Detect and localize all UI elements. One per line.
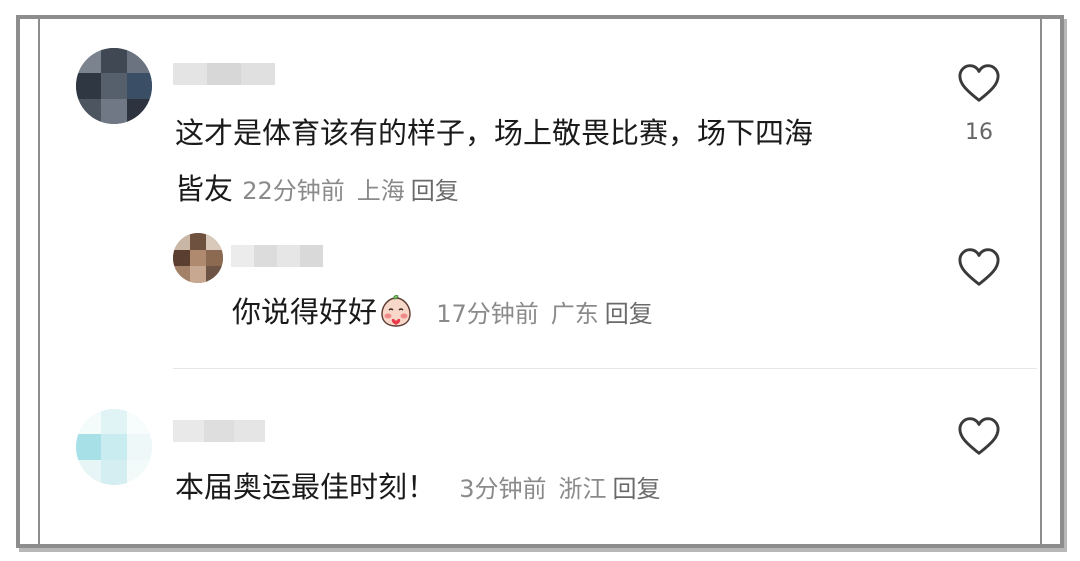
- username-blurred[interactable]: [231, 245, 323, 267]
- avatar[interactable]: [76, 409, 152, 485]
- comment-panel: 这才是体育该有的样子，场上敬畏比赛，场下四海 皆友 22分钟前 上海 回复 16 你…: [16, 15, 1064, 548]
- like-count: 16: [965, 120, 993, 145]
- username-blurred[interactable]: [173, 63, 275, 85]
- heart-outline-icon[interactable]: [957, 63, 1001, 103]
- divider: [173, 368, 1037, 369]
- comment-text-line-2: 皆友 22分钟前 上海 回复: [175, 161, 935, 219]
- frame-inner-border-right: [1040, 19, 1042, 544]
- username-blurred[interactable]: [173, 420, 265, 442]
- heart-outline-icon[interactable]: [957, 416, 1001, 456]
- comment-meta: 22分钟前 上海 回复: [242, 177, 459, 205]
- avatar[interactable]: [76, 48, 152, 124]
- blushing-peach-emoji: [381, 295, 411, 327]
- location: 广东: [550, 300, 599, 328]
- comment-text: 这才是体育该有的样子，场上敬畏比赛，场下四海 皆友 22分钟前 上海 回复: [175, 105, 935, 219]
- reply-button[interactable]: 回复: [605, 300, 653, 328]
- comment-text-line-2-content: 皆友: [175, 172, 234, 206]
- comment-text-row: 本届奥运最佳时刻！ 3分钟前 浙江 回复: [175, 459, 875, 517]
- heart-outline-icon[interactable]: [957, 247, 1001, 287]
- comment-meta: 17分钟前 广东 回复: [436, 300, 653, 328]
- location: 浙江: [558, 475, 607, 503]
- comment-meta: 3分钟前 浙江 回复: [459, 475, 660, 503]
- comment-text: 你说得好好: [232, 295, 378, 329]
- location: 上海: [356, 177, 405, 205]
- comment-text-line-1: 这才是体育该有的样子，场上敬畏比赛，场下四海: [175, 116, 814, 150]
- reply-comment: 你说得好好 17分钟前 广东 回复: [232, 284, 912, 342]
- reply-button[interactable]: 回复: [613, 475, 661, 503]
- timestamp: 22分钟前: [242, 177, 345, 205]
- frame-inner-border-left: [38, 19, 40, 544]
- comment-text: 本届奥运最佳时刻！: [175, 470, 437, 504]
- reply-button[interactable]: 回复: [411, 177, 459, 205]
- timestamp: 3分钟前: [459, 475, 547, 503]
- timestamp: 17分钟前: [436, 300, 539, 328]
- avatar[interactable]: [173, 233, 223, 283]
